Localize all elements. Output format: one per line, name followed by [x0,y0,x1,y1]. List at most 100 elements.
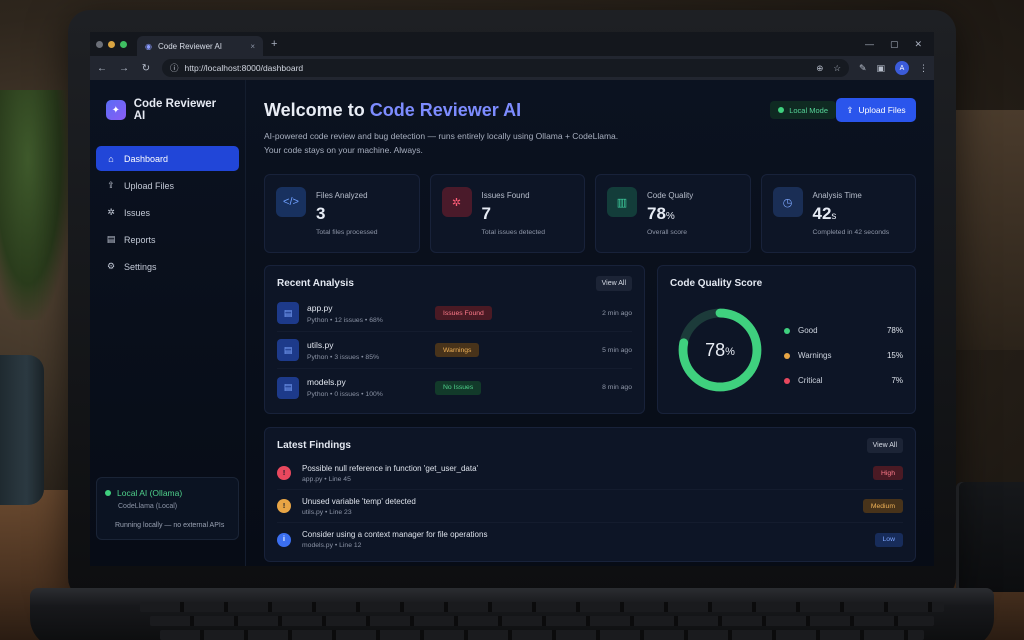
legend-good: Good 78% [784,318,903,343]
local-ai-note: Running locally — no external APIs [115,522,225,529]
window-controls: — ▢ ✕ [865,39,928,50]
sidebar-item-reports[interactable]: ▤ Reports [96,227,239,252]
stats-row: </> Files Analyzed 3 Total files process… [264,174,916,254]
timestamp: 5 min ago [602,346,632,354]
quality-score-label: 78% [705,339,735,360]
severity-badge: Low [874,532,903,547]
local-ai-status: Local AI (Ollama) CodeLlama (Local) Runn… [96,477,239,540]
list-item[interactable]: ▤ utils.py Python • 3 issues • 85% Warni… [277,332,632,370]
home-icon: ⌂ [108,153,114,164]
laptop-screen: ◉ Code Reviewer AI × + — ▢ ✕ ← → ↻ ⓘ htt… [90,32,934,566]
sidebar: ✦ Code Reviewer AI ⌂ Dashboard ⇪ Upload … [90,80,246,566]
notebook [956,482,1024,592]
status-online-icon [778,107,785,113]
stat-label: Issues Found [481,191,530,201]
stat-value: 7 [481,204,491,224]
subtitle-line: Your code stays on your machine. Always. [264,144,423,155]
report-icon: ▤ [106,234,116,244]
maximize-icon[interactable]: ▢ [890,39,899,50]
severity-badge: Medium [862,499,903,514]
tab-close-icon[interactable]: × [250,42,255,51]
list-item[interactable]: ! Unused variable 'temp' detected utils.… [277,490,903,524]
sidebar-item-label: Reports [124,234,156,245]
brand-name: Code Reviewer AI [133,98,217,122]
timestamp: 2 min ago [602,309,632,317]
finding-title: Consider using a context manager for fil… [302,530,488,540]
sidebar-item-issues[interactable]: ✲ Issues [96,200,239,225]
panel-title: Code Quality Score [670,278,763,290]
list-item[interactable]: ▤ app.py Python • 12 issues • 68% Issues… [277,295,632,333]
page-subtitle: AI-powered code review and bug detection… [264,130,916,157]
tab-title: Code Reviewer AI [157,41,223,51]
title-prefix: Welcome to [264,100,370,120]
file-icon: ▤ [277,376,299,399]
file-meta: Python • 0 issues • 100% [307,391,383,399]
stat-card-quality[interactable]: ▥ Code Quality 78% Overall score [595,174,751,254]
stat-caption: Overall score [647,229,688,237]
findings-view-all-button[interactable]: View All [866,438,903,454]
stat-caption: Completed in 42 seconds [812,229,890,237]
list-item[interactable]: ▤ models.py Python • 0 issues • 100% No … [277,369,632,406]
window-dot[interactable] [120,40,127,48]
browser-tab[interactable]: ◉ Code Reviewer AI × [137,36,263,56]
legend-dot [784,327,790,334]
file-name: app.py [307,302,333,313]
upload-icon: ⇪ [107,180,115,190]
brand[interactable]: ✦ Code Reviewer AI [96,94,239,126]
timestamp: 8 min ago [602,384,632,392]
upload-files-button[interactable]: ⇪ Upload Files [836,98,916,122]
bookmark-star-icon[interactable]: ☆ [833,63,841,74]
panel-title: Recent Analysis [277,278,354,290]
list-item[interactable]: i Consider using a context manager for f… [277,523,903,556]
window-dot[interactable] [96,40,103,48]
window-dots [96,40,127,48]
local-mode-label: Local Mode [789,105,828,115]
clock-icon: ◷ [772,187,803,218]
new-tab-button[interactable]: + [271,38,277,50]
profile-avatar[interactable]: A [895,61,909,75]
local-ai-model: CodeLlama (Local) [118,503,178,510]
window-dot[interactable] [108,40,115,48]
sidebar-item-upload-files[interactable]: ⇪ Upload Files [96,173,239,198]
recent-view-all-button[interactable]: View All [595,276,632,292]
sidepanel-icon[interactable]: ▣ [876,63,885,74]
back-icon[interactable]: ← [96,63,108,74]
stat-card-issues[interactable]: ✲ Issues Found 7 Total issues detected [429,174,585,254]
site-info-icon[interactable]: ⓘ [170,62,179,74]
local-ai-title: Local AI (Ollama) [117,488,183,498]
browser-toolbar: ← → ↻ ⓘ http://localhost:8000/dashboard … [90,56,934,80]
close-window-icon[interactable]: ✕ [914,39,922,50]
stat-card-time[interactable]: ◷ Analysis Time 42s Completed in 42 seco… [760,174,916,254]
stat-card-files[interactable]: </> Files Analyzed 3 Total files process… [264,174,420,254]
sidebar-item-dashboard[interactable]: ⌂ Dashboard [96,146,239,171]
error-icon: ! [277,466,291,481]
reload-icon[interactable]: ↻ [140,63,152,74]
warning-icon: ! [277,499,291,514]
forward-icon[interactable]: → [118,63,130,74]
finding-meta: models.py • Line 12 [302,542,362,550]
severity-badge: High [873,466,903,481]
file-meta: Python • 12 issues • 68% [307,316,383,324]
stat-label: Analysis Time [812,191,862,201]
recent-analysis-panel: Recent Analysis View All ▤ app.py Python… [264,265,645,415]
url-text: http://localhost:8000/dashboard [184,63,304,73]
background-plant [0,90,70,320]
finding-title: Unused variable 'temp' detected [302,496,416,506]
upload-button-label: Upload Files [858,105,906,115]
app: ✦ Code Reviewer AI ⌂ Dashboard ⇪ Upload … [90,80,934,566]
quality-legend: Good 78% Warnings 15% Critical 7% [784,318,903,393]
list-item[interactable]: ! Possible null reference in function 'g… [277,457,903,491]
file-icon: ▤ [277,302,299,325]
sidebar-item-settings[interactable]: ⚙ Settings [96,254,239,279]
zoom-icon[interactable]: ⊕ [816,63,823,74]
address-bar[interactable]: ⓘ http://localhost:8000/dashboard ⊕ ☆ [162,59,849,77]
browser-menu-icon[interactable]: ⋮ [919,63,928,74]
minimize-icon[interactable]: — [865,39,874,50]
status-badge: Warnings [435,343,480,358]
extensions-icon[interactable]: ✎ [859,63,867,74]
sidebar-item-label: Upload Files [124,180,175,191]
status-online-icon [105,490,111,496]
title-accent: Code Reviewer AI [369,100,522,120]
file-name: models.py [307,377,346,388]
bug-icon: ✲ [107,207,115,217]
